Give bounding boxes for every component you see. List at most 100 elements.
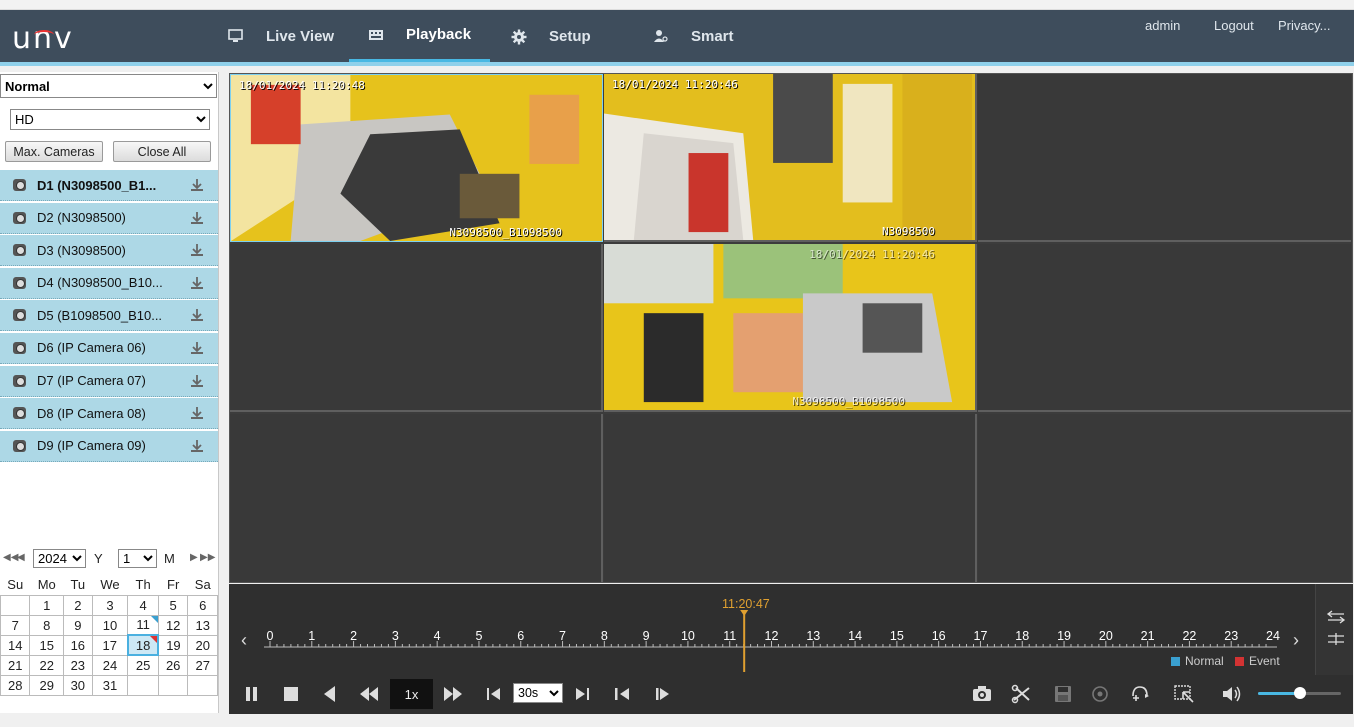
nav-setup[interactable]: Setup	[511, 10, 591, 62]
frame-back-icon[interactable]	[612, 684, 634, 704]
next-year-icon[interactable]: ▶▶	[200, 552, 215, 563]
video-tile-4[interactable]	[230, 244, 603, 412]
volume-knob[interactable]	[1293, 687, 1306, 699]
prev-month-icon[interactable]: ◀	[17, 552, 25, 563]
calendar-day[interactable]: 14	[0, 634, 31, 656]
camera-item-d8[interactable]: D8 (IP Camera 08)	[0, 398, 218, 430]
calendar-day[interactable]: 15	[29, 634, 64, 656]
video-tile-7[interactable]	[230, 414, 603, 582]
calendar-day[interactable]: 9	[62, 614, 93, 636]
skip-interval-select[interactable]: 30s	[513, 683, 563, 703]
privacy-link[interactable]: Privacy...	[1278, 18, 1331, 33]
video-tile-5[interactable]: 18/01/2024 11:20:46 N3098500_B1098500	[604, 244, 977, 412]
calendar-day[interactable]: 16	[62, 634, 93, 656]
video-tile-6[interactable]	[978, 244, 1351, 412]
camera-item-d1[interactable]: D1 (N3098500_B1...	[0, 170, 218, 201]
logout-link[interactable]: Logout	[1214, 18, 1254, 33]
calendar-day[interactable]: 13	[187, 614, 218, 636]
calendar-day[interactable]: 2	[62, 594, 93, 616]
calendar-day[interactable]: 28	[0, 674, 31, 696]
year-select[interactable]: 2024	[33, 549, 86, 568]
video-tile-3[interactable]	[978, 74, 1351, 242]
calendar-day[interactable]: 12	[157, 614, 189, 636]
calendar-day[interactable]: 10	[91, 614, 129, 636]
ptz-3d-icon[interactable]	[1129, 684, 1151, 704]
volume-slider[interactable]	[1258, 687, 1341, 699]
download-icon[interactable]	[190, 308, 204, 322]
snapshot-icon[interactable]	[971, 684, 993, 704]
camera-item-d3[interactable]: D3 (N3098500)	[0, 235, 218, 267]
speed-up-icon[interactable]	[442, 684, 464, 704]
close-all-button[interactable]: Close All	[113, 141, 211, 162]
zoom-in-icon[interactable]	[1326, 632, 1346, 649]
play-reverse-icon[interactable]	[320, 684, 342, 704]
download-icon[interactable]	[190, 406, 204, 420]
calendar-day[interactable]: 27	[187, 654, 218, 676]
calendar-day[interactable]: 23	[62, 654, 93, 676]
calendar-day[interactable]: 4	[127, 594, 159, 616]
calendar-day-recorded[interactable]: 11	[127, 614, 159, 636]
calendar-day[interactable]: 3	[91, 594, 129, 616]
skip-forward-icon[interactable]	[571, 684, 593, 704]
slow-down-icon[interactable]	[358, 684, 380, 704]
calendar-day-selected[interactable]: 18	[126, 634, 160, 656]
volume-icon[interactable]	[1221, 684, 1243, 704]
calendar-day[interactable]: 21	[0, 654, 31, 676]
calendar-day[interactable]: 29	[29, 674, 64, 696]
download-icon[interactable]	[190, 276, 204, 290]
weekday: Sa	[194, 577, 211, 593]
video-tile-2[interactable]: 18/01/2024 11:20:46 N3098500	[604, 74, 977, 242]
roi-icon[interactable]	[1173, 684, 1195, 704]
film-icon	[368, 28, 384, 42]
calendar-day[interactable]: 30	[62, 674, 93, 696]
quality-select[interactable]: HD	[10, 109, 210, 130]
download-icon[interactable]	[190, 439, 204, 453]
calendar-day[interactable]: 5	[157, 594, 189, 616]
pause-icon[interactable]	[242, 684, 264, 704]
calendar-day[interactable]: 25	[127, 654, 159, 676]
camera-item-d9[interactable]: D9 (IP Camera 09)	[0, 430, 218, 462]
video-tile-1[interactable]: 18/01/2024 11:20:48 N3098500_B1098500	[230, 74, 603, 242]
video-tile-8[interactable]	[604, 414, 977, 582]
stop-icon[interactable]	[281, 684, 303, 704]
calendar-day[interactable]: 20	[187, 634, 218, 656]
calendar-day[interactable]: 19	[157, 634, 189, 656]
camera-label: D2 (N3098500)	[37, 210, 126, 226]
camera-item-d6[interactable]: D6 (IP Camera 06)	[0, 332, 218, 364]
calendar-day[interactable]: 26	[157, 654, 189, 676]
camera-item-d2[interactable]: D2 (N3098500)	[0, 202, 218, 234]
nav-playback[interactable]: Playback	[349, 10, 491, 62]
calendar-day[interactable]: 7	[0, 614, 31, 636]
zoom-out-icon[interactable]	[1326, 610, 1346, 627]
calendar-day[interactable]: 1	[29, 594, 64, 616]
download-icon[interactable]	[190, 211, 204, 225]
download-icon[interactable]	[190, 341, 204, 355]
max-cameras-button[interactable]: Max. Cameras	[5, 141, 103, 162]
camera-item-d7[interactable]: D7 (IP Camera 07)	[0, 365, 218, 397]
camera-list: D1 (N3098500_B1... D2 (N3098500) D3 (N30…	[0, 170, 218, 463]
month-select[interactable]: 1	[118, 549, 157, 568]
calendar-day[interactable]: 31	[91, 674, 129, 696]
user-name[interactable]: admin	[1145, 18, 1180, 33]
download-icon[interactable]	[190, 243, 204, 257]
skip-back-icon[interactable]	[484, 684, 506, 704]
nav-smart[interactable]: Smart	[653, 10, 734, 62]
nav-live-view[interactable]: Live View	[228, 10, 334, 62]
video-tile-9[interactable]	[978, 414, 1351, 582]
download-icon[interactable]	[190, 374, 204, 388]
camera-icon	[13, 374, 26, 387]
calendar-day[interactable]: 24	[91, 654, 129, 676]
clip-icon[interactable]	[1011, 684, 1033, 704]
camera-item-d5[interactable]: D5 (B1098500_B10...	[0, 300, 218, 332]
download-icon[interactable]	[190, 178, 204, 192]
camera-item-d4[interactable]: D4 (N3098500_B10...	[0, 267, 218, 299]
header-accent-line	[0, 62, 1354, 66]
frame-forward-icon[interactable]	[651, 684, 673, 704]
calendar-day[interactable]	[0, 594, 31, 616]
calendar-day[interactable]: 6	[187, 594, 218, 616]
calendar-day[interactable]: 17	[91, 634, 129, 656]
calendar-day[interactable]: 8	[29, 614, 64, 636]
calendar-day[interactable]: 22	[29, 654, 64, 676]
next-month-icon[interactable]: ▶	[190, 552, 198, 563]
stream-mode-select[interactable]: Normal	[0, 74, 217, 98]
